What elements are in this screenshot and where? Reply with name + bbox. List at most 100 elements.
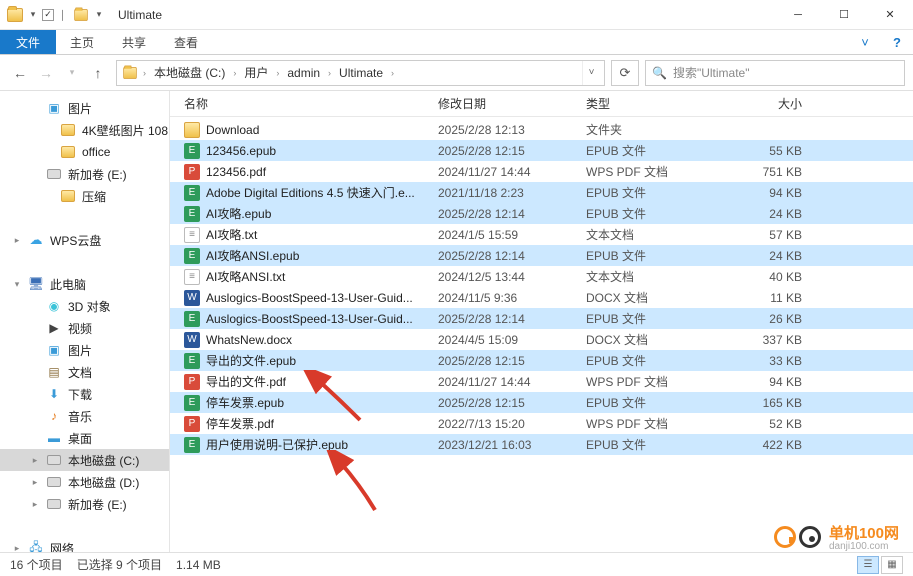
- breadcrumb-seg-3[interactable]: Ultimate: [335, 61, 387, 85]
- nav-item[interactable]: 压缩: [0, 185, 169, 207]
- up-button[interactable]: ↑: [86, 61, 110, 85]
- col-header-name[interactable]: 名称: [178, 95, 438, 112]
- expand-icon[interactable]: ▸: [12, 543, 22, 553]
- breadcrumb-seg-2[interactable]: admin: [283, 61, 324, 85]
- folder-small-icon[interactable]: [72, 6, 90, 24]
- address-bar[interactable]: › 本地磁盘 (C:) › 用户 › admin › Ultimate › ˅: [116, 60, 605, 86]
- breadcrumb-seg-0[interactable]: 本地磁盘 (C:): [150, 61, 229, 85]
- expand-icon[interactable]: ▸: [30, 499, 40, 510]
- file-size: 94 KB: [714, 375, 824, 389]
- nav-item[interactable]: ▣图片: [0, 97, 169, 119]
- col-header-date[interactable]: 修改日期: [438, 95, 586, 112]
- file-type: EPUB 文件: [586, 247, 714, 264]
- file-name: 用户使用说明-已保护.epub: [206, 436, 348, 453]
- nav-item[interactable]: ⬇下载: [0, 383, 169, 405]
- refresh-button[interactable]: ⟳: [611, 60, 639, 86]
- chevron-right-icon[interactable]: ›: [274, 68, 281, 78]
- forward-button[interactable]: →: [34, 61, 58, 85]
- file-row[interactable]: EAI攻略.epub2025/2/28 12:14EPUB 文件24 KB: [170, 203, 913, 224]
- nav-item[interactable]: ▸本地磁盘 (D:): [0, 471, 169, 493]
- chevron-right-icon[interactable]: ›: [231, 68, 238, 78]
- minimize-button[interactable]: ─: [775, 0, 821, 30]
- file-row[interactable]: P导出的文件.pdf2024/11/27 14:44WPS PDF 文档94 K…: [170, 371, 913, 392]
- maximize-button[interactable]: ☐: [821, 0, 867, 30]
- nav-item[interactable]: ▣图片: [0, 339, 169, 361]
- file-row[interactable]: EAdobe Digital Editions 4.5 快速入门.e...202…: [170, 182, 913, 203]
- search-input[interactable]: 🔍 搜索"Ultimate": [645, 60, 905, 86]
- navigation-pane[interactable]: ▣图片4K壁纸图片 108office新加卷 (E:)压缩▸☁WPS云盘▾🖥此电…: [0, 91, 170, 552]
- file-size: 422 KB: [714, 438, 824, 452]
- file-name: 导出的文件.epub: [206, 352, 296, 369]
- close-button[interactable]: ✕: [867, 0, 913, 30]
- file-row[interactable]: E123456.epub2025/2/28 12:15EPUB 文件55 KB: [170, 140, 913, 161]
- file-row[interactable]: E导出的文件.epub2025/2/28 12:15EPUB 文件33 KB: [170, 350, 913, 371]
- file-row[interactable]: EAuslogics-BoostSpeed-13-User-Guid...202…: [170, 308, 913, 329]
- history-dropdown[interactable]: ▾: [60, 61, 84, 85]
- ribbon-expand-button[interactable]: ˅: [849, 30, 881, 54]
- view-icons-button[interactable]: ▦: [881, 556, 903, 574]
- nav-item[interactable]: ▤文档: [0, 361, 169, 383]
- qat-dropdown-icon[interactable]: ▾: [28, 9, 38, 20]
- chevron-right-icon[interactable]: ›: [389, 68, 396, 78]
- tab-view[interactable]: 查看: [160, 30, 212, 54]
- nav-item[interactable]: ▸☁WPS云盘: [0, 229, 169, 251]
- tab-share[interactable]: 共享: [108, 30, 160, 54]
- nav-item[interactable]: ♪音乐: [0, 405, 169, 427]
- nav-item[interactable]: ▶视频: [0, 317, 169, 339]
- nav-item[interactable]: 新加卷 (E:): [0, 163, 169, 185]
- nav-item[interactable]: office: [0, 141, 169, 163]
- file-tab[interactable]: 文件: [0, 30, 56, 54]
- file-row[interactable]: ≡AI攻略.txt2024/1/5 15:59文本文档57 KB: [170, 224, 913, 245]
- nav-item[interactable]: ▸🖧网络: [0, 537, 169, 552]
- expand-icon[interactable]: ▸: [12, 235, 22, 246]
- nav-item[interactable]: ▸新加卷 (E:): [0, 493, 169, 515]
- file-type: EPUB 文件: [586, 352, 714, 369]
- address-dropdown-icon[interactable]: ˅: [582, 61, 600, 85]
- file-size: 26 KB: [714, 312, 824, 326]
- file-row[interactable]: P停车发票.pdf2022/7/13 15:20WPS PDF 文档52 KB: [170, 413, 913, 434]
- nav-item[interactable]: ▬桌面: [0, 427, 169, 449]
- nav-item-label: WPS云盘: [50, 232, 101, 249]
- file-name: 导出的文件.pdf: [206, 373, 286, 390]
- file-size: 11 KB: [714, 291, 824, 305]
- chevron-right-icon[interactable]: ›: [326, 68, 333, 78]
- tab-home[interactable]: 主页: [56, 30, 108, 54]
- content-pane: 名称 修改日期 类型 大小 Download2025/2/28 12:13文件夹…: [170, 91, 913, 552]
- file-type: WPS PDF 文档: [586, 415, 714, 432]
- file-list[interactable]: Download2025/2/28 12:13文件夹E123456.epub20…: [170, 117, 913, 552]
- nav-item[interactable]: 4K壁纸图片 108: [0, 119, 169, 141]
- breadcrumb-seg-1[interactable]: 用户: [240, 61, 272, 85]
- help-button[interactable]: ?: [881, 30, 913, 54]
- nav-item[interactable]: ▾🖥此电脑: [0, 273, 169, 295]
- search-placeholder: 搜索"Ultimate": [673, 64, 750, 81]
- file-row[interactable]: WAuslogics-BoostSpeed-13-User-Guid...202…: [170, 287, 913, 308]
- file-date: 2024/4/5 15:09: [438, 333, 586, 347]
- nav-item[interactable]: ◉3D 对象: [0, 295, 169, 317]
- file-row[interactable]: WWhatsNew.docx2024/4/5 15:09DOCX 文档337 K…: [170, 329, 913, 350]
- file-row[interactable]: EAI攻略ANSI.epub2025/2/28 12:14EPUB 文件24 K…: [170, 245, 913, 266]
- expand-icon[interactable]: ▾: [12, 279, 22, 290]
- qat-overflow-icon[interactable]: ▾: [94, 9, 104, 20]
- expand-icon[interactable]: ▸: [30, 455, 40, 466]
- file-date: 2024/12/5 13:44: [438, 270, 586, 284]
- file-row[interactable]: P123456.pdf2024/11/27 14:44WPS PDF 文档751…: [170, 161, 913, 182]
- col-header-size[interactable]: 大小: [714, 95, 824, 112]
- nav-item-label: 音乐: [68, 408, 92, 425]
- file-name: 停车发票.epub: [206, 394, 284, 411]
- file-row[interactable]: E用户使用说明-已保护.epub2023/12/21 16:03EPUB 文件4…: [170, 434, 913, 455]
- view-details-button[interactable]: ☰: [857, 556, 879, 574]
- file-row[interactable]: ≡AI攻略ANSI.txt2024/12/5 13:44文本文档40 KB: [170, 266, 913, 287]
- back-button[interactable]: ←: [8, 61, 32, 85]
- epub-icon: E: [184, 248, 200, 264]
- file-date: 2024/11/27 14:44: [438, 165, 586, 179]
- folder-row[interactable]: Download2025/2/28 12:13文件夹: [170, 119, 913, 140]
- expand-icon[interactable]: ▸: [30, 477, 40, 488]
- chevron-right-icon[interactable]: ›: [141, 68, 148, 78]
- col-header-type[interactable]: 类型: [586, 95, 714, 112]
- qat-properties-checkbox[interactable]: ✓: [42, 9, 54, 21]
- nav-item[interactable]: ▸本地磁盘 (C:): [0, 449, 169, 471]
- file-row[interactable]: E停车发票.epub2025/2/28 12:15EPUB 文件165 KB: [170, 392, 913, 413]
- file-date: 2025/2/28 12:15: [438, 396, 586, 410]
- file-name: AI攻略.txt: [206, 226, 257, 243]
- column-headers[interactable]: 名称 修改日期 类型 大小: [170, 91, 913, 117]
